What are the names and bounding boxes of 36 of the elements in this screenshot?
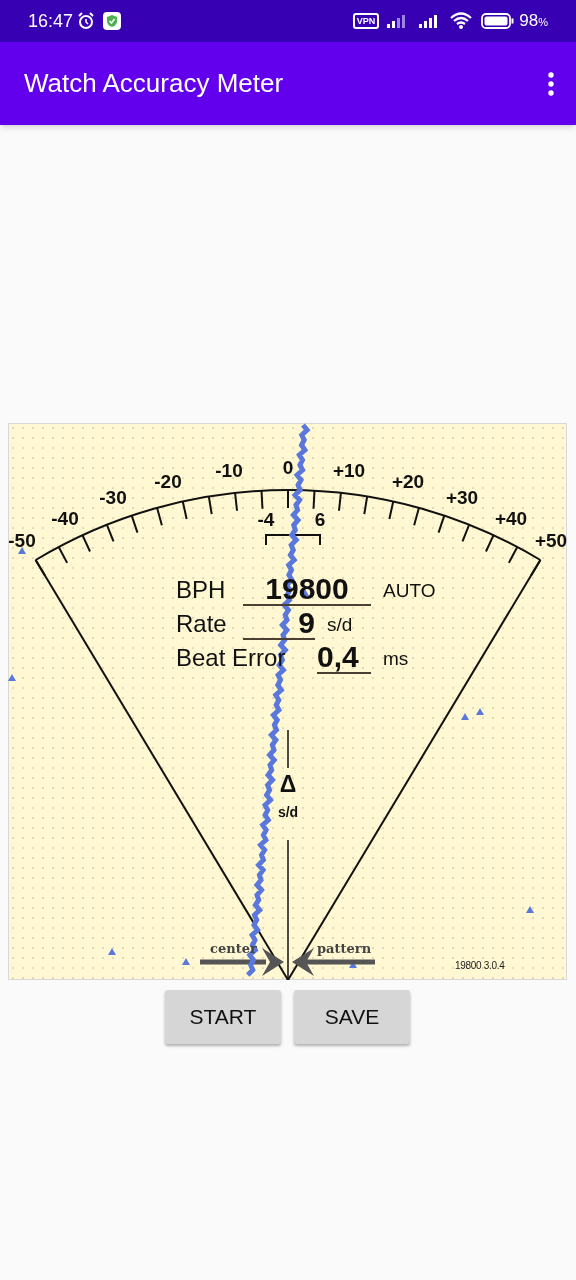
more-icon (548, 71, 554, 96)
delta-symbol: Δ (279, 773, 297, 796)
reading-unit: ms (383, 648, 409, 668)
battery-icon (481, 12, 516, 30)
scale-label: +30 (445, 487, 479, 507)
action-button[interactable]: START (165, 990, 281, 1044)
shield-icon (103, 12, 122, 30)
reading-value: 9 (243, 608, 315, 640)
action-button[interactable]: SAVE (294, 990, 410, 1044)
pattern-label: pattern (317, 942, 372, 955)
reading-label: BPH (176, 578, 226, 602)
reading-unit: AUTO (383, 580, 436, 600)
reading-value: 0,4 (317, 642, 371, 674)
scale-label: 0 (282, 457, 294, 477)
scale-label: -50 (8, 530, 36, 550)
delta-unit: s/d (277, 805, 299, 819)
version-label: 19800 3.0.4 (455, 961, 505, 971)
range-label: 6 (314, 509, 326, 529)
scale-label: +20 (391, 471, 425, 491)
scale-label: +50 (534, 530, 567, 550)
scale-label: -40 (51, 508, 79, 528)
wifi-icon (449, 12, 474, 30)
scale-label: -10 (215, 460, 243, 480)
range-label: -4 (257, 509, 275, 529)
scale-label: -30 (99, 487, 127, 507)
status-time: 16:47 (28, 9, 74, 33)
reading-unit: s/d (327, 614, 353, 634)
scale-label: +10 (332, 460, 366, 480)
vpn-badge: VPN (352, 13, 380, 29)
reading-label: Rate (176, 612, 227, 636)
menu-button[interactable] (546, 70, 556, 97)
app-title: Watch Accuracy Meter (24, 67, 285, 100)
scale-label: +40 (494, 508, 528, 528)
battery-level: 98% (519, 10, 548, 33)
alarm-icon (77, 12, 96, 30)
scale-label: -20 (154, 471, 182, 491)
